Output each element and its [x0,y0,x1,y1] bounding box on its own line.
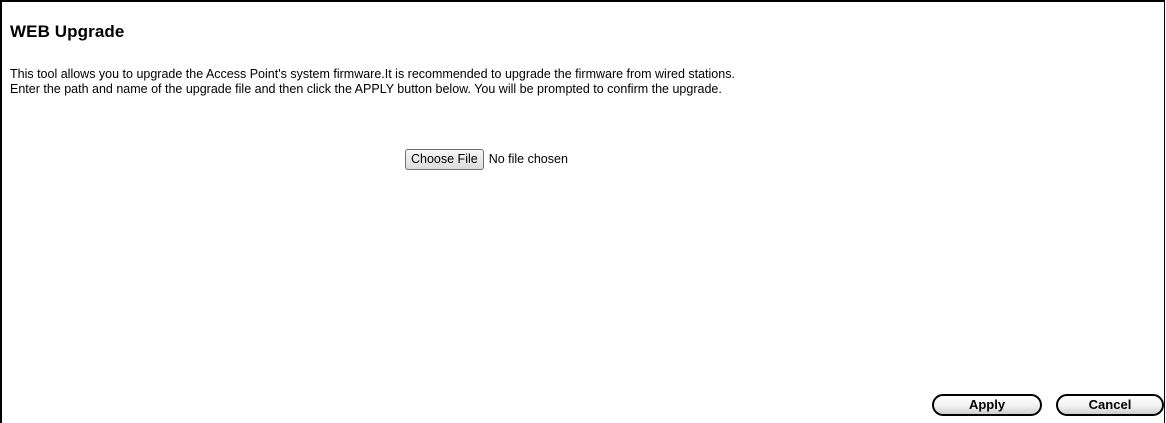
description: This tool allows you to upgrade the Acce… [10,67,735,97]
upgrade-panel: WEB Upgrade This tool allows you to upgr… [0,0,1165,423]
description-line-2: Enter the path and name of the upgrade f… [10,82,722,96]
page-title: WEB Upgrade [10,22,125,41]
choose-file-button[interactable]: Choose File [405,148,484,170]
cancel-button[interactable]: Cancel [1056,394,1164,416]
file-upload-field: Choose File No file chosen [405,148,568,170]
file-status-text: No file chosen [488,152,568,166]
apply-button[interactable]: Apply [932,394,1042,416]
description-line-1: This tool allows you to upgrade the Acce… [10,67,735,81]
